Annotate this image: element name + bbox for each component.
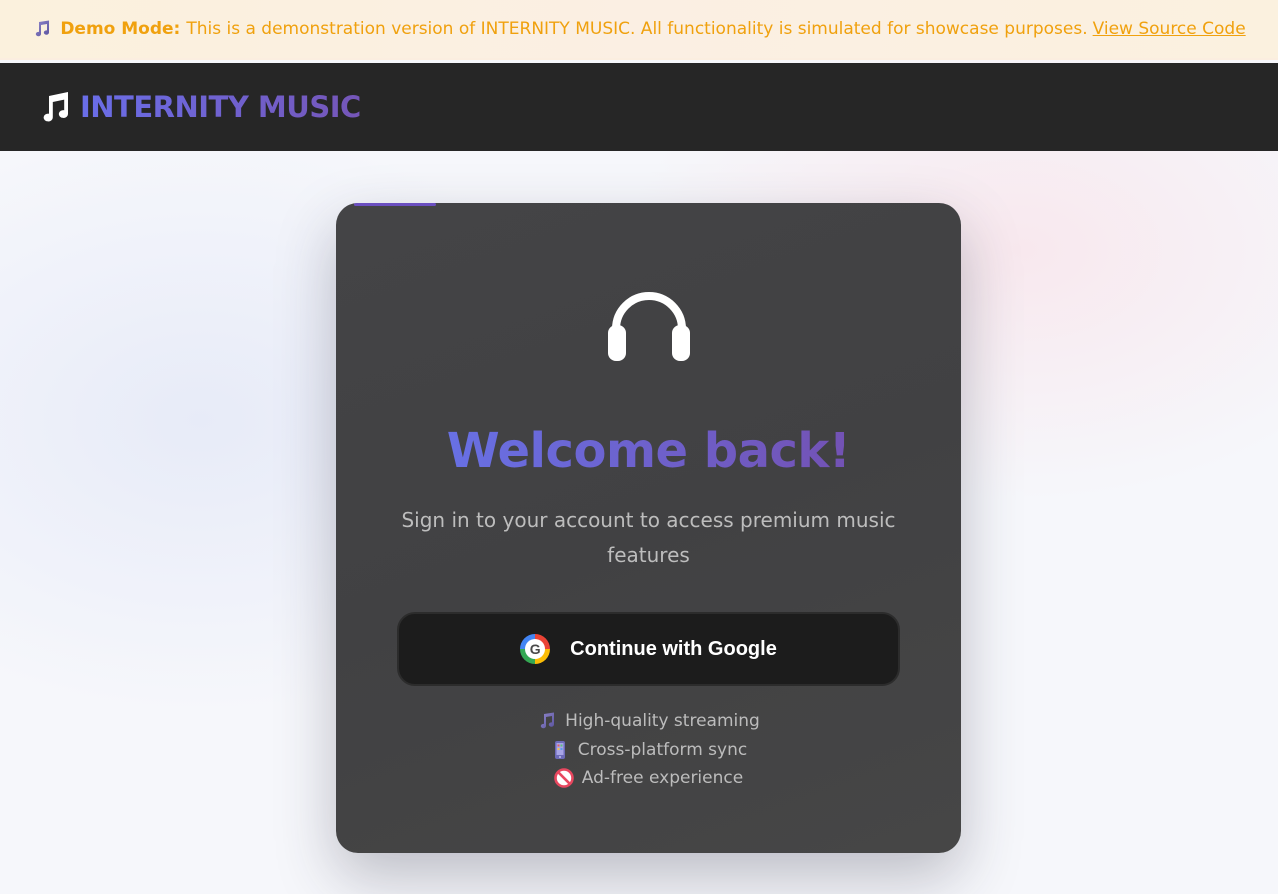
view-source-link[interactable]: View Source Code <box>1093 19 1246 39</box>
app-logo-text[interactable]: INTERNITY MUSIC <box>80 90 361 124</box>
google-icon: G <box>520 634 551 664</box>
music-note-icon <box>36 20 50 37</box>
demo-mode-message: This is a demonstration version of INTER… <box>186 19 1088 39</box>
card-accent-bar <box>354 203 436 206</box>
demo-mode-label: Demo Mode: <box>60 19 181 39</box>
music-note-icon[interactable] <box>38 90 72 124</box>
music-note-icon <box>540 712 555 729</box>
feature-label: High-quality streaming <box>565 711 760 732</box>
welcome-title: Welcome back! <box>336 423 961 479</box>
google-button-label: Continue with Google <box>570 637 777 660</box>
continue-with-google-button[interactable]: G Continue with Google <box>397 612 900 686</box>
app-header: INTERNITY MUSIC <box>0 63 1278 151</box>
feature-item: Ad-free experience <box>553 764 744 793</box>
feature-label: Cross-platform sync <box>577 739 748 760</box>
feature-item: Cross-platform sync <box>550 736 747 765</box>
feature-item: High-quality streaming <box>537 707 760 736</box>
demo-banner: Demo Mode: This is a demonstration versi… <box>0 0 1278 60</box>
login-card: Welcome back! Sign in to your account to… <box>336 203 961 853</box>
feature-label: Ad-free experience <box>581 768 744 789</box>
welcome-title-text: Welcome back! <box>446 423 851 479</box>
no-entry-icon <box>553 768 574 789</box>
mobile-phone-icon <box>554 740 565 759</box>
feature-list: High-quality streaming Cross-platform sy… <box>336 707 961 793</box>
google-icon-letter: G <box>525 639 546 659</box>
headphones-icon <box>608 292 690 361</box>
login-subtitle: Sign in to your account to access premiu… <box>401 508 896 567</box>
